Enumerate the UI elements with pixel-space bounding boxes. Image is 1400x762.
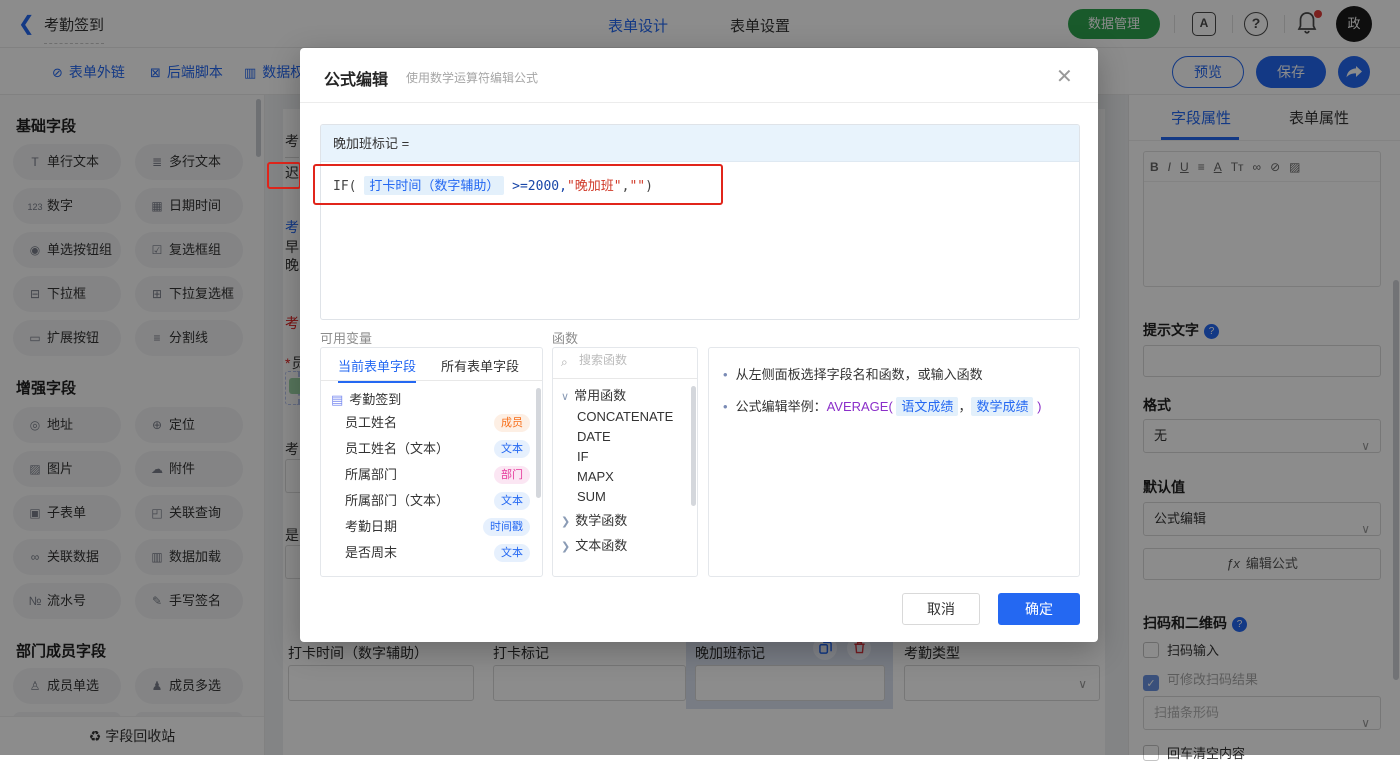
- chevron-right-icon: ❯: [561, 541, 571, 553]
- variables-panel: 当前表单字段 所有表单字段 ▤ 考勤签到 员工姓名 成员 员工姓名（文本） 文本 所属…: [320, 347, 543, 577]
- example-chip: 语文成绩: [896, 397, 959, 416]
- example-chip: 数学成绩: [971, 397, 1034, 416]
- help-line-1: • 从左侧面板选择字段名和函数，或输入函数: [723, 367, 983, 382]
- formula-target: 晚加班标记 =: [321, 125, 1079, 162]
- formula-variable-chip[interactable]: 打卡时间（数字辅助）: [364, 176, 505, 195]
- variable-row[interactable]: 员工姓名 成员: [321, 410, 542, 436]
- search-icon: ⌕: [561, 355, 568, 369]
- modal-header: 公式编辑 使用数学运算符编辑公式 ✕: [300, 48, 1098, 103]
- function-item[interactable]: MAPX: [553, 464, 697, 484]
- variable-row[interactable]: 是否周末 文本: [321, 540, 542, 566]
- function-group-text[interactable]: ❯ 文本函数: [553, 529, 697, 554]
- formula-edit-modal: 公式编辑 使用数学运算符编辑公式 ✕ 晚加班标记 = IF( 打卡时间（数字辅助…: [300, 48, 1098, 642]
- variable-row[interactable]: 考勤日期 时间戳: [321, 514, 542, 540]
- variables-list: ▤ 考勤签到 员工姓名 成员 员工姓名（文本） 文本 所属部门 部门 所属部门（文本）文…: [321, 381, 542, 566]
- type-badge: 时间戳: [483, 518, 530, 536]
- variables-tabs: 当前表单字段 所有表单字段: [321, 348, 542, 383]
- function-group-math[interactable]: ❯ 数学函数: [553, 504, 697, 529]
- variable-row[interactable]: 所属部门（文本） 文本: [321, 488, 542, 514]
- form-doc-icon: ▤: [331, 392, 344, 407]
- function-group-common[interactable]: ∨ 常用函数: [553, 379, 697, 404]
- formula-op-token: >=2000,: [504, 179, 567, 194]
- chevron-down-icon: ∨: [561, 391, 570, 403]
- formula-editor[interactable]: 晚加班标记 = IF( 打卡时间（数字辅助） >=2000,"晚加班",""): [320, 124, 1080, 320]
- function-search-input[interactable]: [579, 353, 689, 367]
- close-icon[interactable]: ✕: [1056, 64, 1073, 89]
- bullet-icon: •: [723, 367, 728, 382]
- annotation-fragment: [267, 162, 301, 189]
- confirm-button[interactable]: 确定: [998, 593, 1080, 625]
- type-badge: 文本: [494, 544, 530, 562]
- functions-panel: ⌕ ∨常用函数 CONCATENATE DATE IF MAPX SUM ❯数学…: [552, 347, 698, 577]
- tab-current-form-fields[interactable]: 当前表单字段: [338, 356, 417, 383]
- variable-row[interactable]: 所属部门 部门: [321, 462, 542, 488]
- example-fn: AVERAGE(: [826, 399, 893, 414]
- formula-expression[interactable]: IF( 打卡时间（数字辅助） >=2000,"晚加班",""): [321, 162, 1079, 207]
- variable-row[interactable]: 员工姓名（文本） 文本: [321, 436, 542, 462]
- chevron-right-icon: ❯: [561, 516, 571, 528]
- type-badge: 文本: [494, 440, 530, 458]
- function-search: ⌕: [553, 348, 697, 379]
- tab-all-form-fields[interactable]: 所有表单字段: [441, 356, 519, 375]
- modal-title: 公式编辑: [324, 72, 389, 89]
- functions-label: 函数: [552, 331, 579, 346]
- cancel-button[interactable]: 取消: [902, 593, 980, 625]
- function-item[interactable]: IF: [553, 444, 697, 464]
- type-badge: 部门: [494, 466, 530, 484]
- formula-string-token: "": [629, 179, 646, 194]
- modal-subtitle: 使用数学运算符编辑公式: [406, 71, 539, 85]
- bullet-icon: •: [723, 399, 728, 414]
- formula-help-panel: • 从左侧面板选择字段名和函数，或输入函数 • 公式编辑举例：AVERAGE( 语文…: [708, 347, 1080, 577]
- type-badge: 文本: [494, 492, 530, 510]
- type-badge: 成员: [494, 414, 530, 432]
- functions-scrollbar[interactable]: [691, 386, 696, 506]
- function-item[interactable]: CONCATENATE: [553, 404, 697, 424]
- help-line-2: • 公式编辑举例：AVERAGE( 语文成绩，数学成绩 ): [723, 397, 1042, 416]
- example-close: ): [1037, 399, 1042, 414]
- function-item[interactable]: SUM: [553, 484, 697, 504]
- variables-scrollbar[interactable]: [536, 388, 541, 498]
- variables-label: 可用变量: [320, 331, 373, 346]
- formula-fn-token: IF(: [333, 179, 357, 194]
- app-root: ❮ 考勤签到 表单设计 表单设置 数据管理 A ? 政 ⊘ 表单外链 ⊠ 后端脚本 …: [0, 0, 1400, 761]
- function-item[interactable]: DATE: [553, 424, 697, 444]
- form-node[interactable]: ▤ 考勤签到: [321, 381, 542, 410]
- formula-close-token: ): [645, 179, 653, 194]
- formula-string-token: "晚加班": [566, 179, 622, 194]
